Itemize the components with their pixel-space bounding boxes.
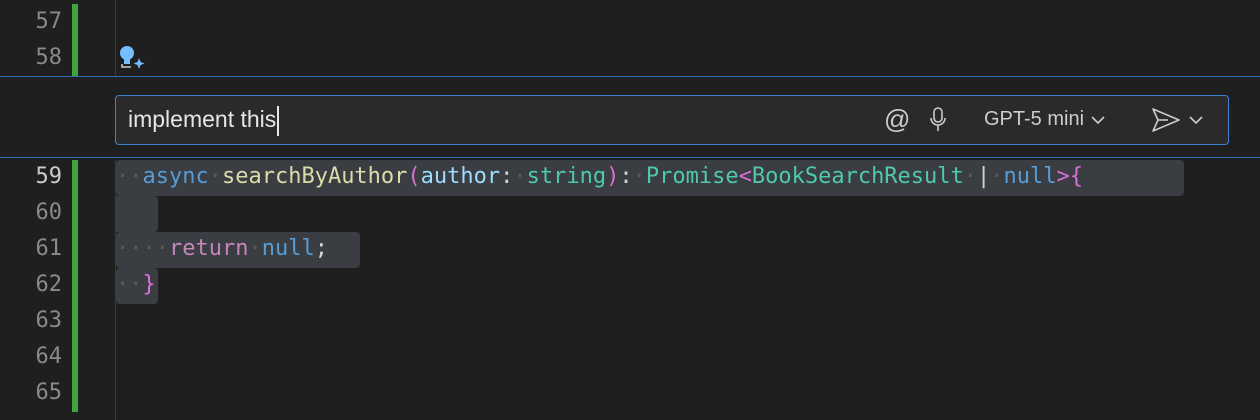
- line-number-60: 60: [35, 200, 63, 225]
- semicolon: ;: [314, 236, 328, 261]
- line-number-62: 62: [35, 272, 63, 297]
- git-added-marker: [72, 160, 78, 412]
- chevron-down-icon[interactable]: [1090, 115, 1106, 125]
- chat-input-text[interactable]: implement this: [128, 96, 279, 143]
- code-editor[interactable]: 57 58 59 60 61 62 63 64 65 ··async·searc…: [0, 0, 1260, 420]
- send-button[interactable]: [1150, 96, 1204, 143]
- line-number-58: 58: [35, 45, 63, 70]
- code-line-62[interactable]: ··}: [116, 267, 156, 303]
- keyword-async: async: [142, 164, 209, 189]
- parameter-name: author: [420, 164, 501, 189]
- return-type-promise: Promise: [645, 164, 739, 189]
- indent-guide: [115, 0, 116, 76]
- line-number-64: 64: [35, 344, 63, 369]
- send-icon[interactable]: [1150, 106, 1182, 134]
- inline-chat-input[interactable]: implement this @ GPT-5 mini: [115, 95, 1229, 145]
- model-label[interactable]: GPT-5 mini: [984, 108, 1084, 131]
- union-pipe: |: [977, 164, 991, 189]
- line-number-61: 61: [35, 236, 63, 261]
- at-icon[interactable]: @: [884, 96, 910, 143]
- whitespace-dot: ·: [248, 236, 262, 261]
- sparkle-icon[interactable]: [117, 44, 147, 74]
- generic-close-brace: >{: [1056, 164, 1084, 189]
- chat-input-value[interactable]: implement this: [128, 106, 276, 132]
- code-line-59[interactable]: ··async·searchByAuthor(author:·string):·…: [116, 159, 1083, 195]
- close-paren: ): [606, 164, 620, 189]
- git-added-marker: [72, 4, 78, 76]
- text-caret: [277, 105, 279, 136]
- colon: :: [500, 164, 514, 189]
- close-brace: }: [142, 272, 156, 297]
- colon: :: [619, 164, 633, 189]
- whitespace-dot: ·: [155, 236, 169, 261]
- whitespace-dot: ·: [990, 164, 1004, 189]
- whitespace-dot: ·: [116, 236, 130, 261]
- whitespace-dot: ·: [963, 164, 978, 189]
- whitespace-dot: ·: [116, 272, 130, 297]
- keyword-null: null: [1003, 164, 1057, 189]
- microphone-icon-svg: [930, 106, 946, 131]
- whitespace-dot: ·: [129, 236, 143, 261]
- open-paren: (: [407, 164, 421, 189]
- whitespace-dot: ·: [116, 164, 130, 189]
- line-number-57: 57: [35, 9, 63, 34]
- whitespace-dot: ·: [129, 272, 143, 297]
- chevron-down-icon[interactable]: [1188, 115, 1204, 125]
- line-number-65: 65: [35, 380, 63, 405]
- whitespace-dot: ·: [513, 164, 527, 189]
- line-number-63: 63: [35, 308, 63, 333]
- function-name: searchByAuthor: [221, 164, 408, 189]
- code-line-61[interactable]: ····return·null;: [116, 231, 328, 267]
- generic-type: BookSearchResult: [751, 164, 964, 189]
- microphone-icon[interactable]: [928, 96, 948, 143]
- model-picker[interactable]: GPT-5 mini: [984, 96, 1106, 143]
- parameter-type: string: [526, 164, 607, 189]
- generic-open: <: [738, 164, 752, 189]
- whitespace-dot: ·: [129, 164, 143, 189]
- whitespace-dot: ·: [208, 164, 222, 189]
- selection-highlight: [116, 196, 158, 232]
- whitespace-dot: ·: [142, 236, 156, 261]
- line-number-59: 59: [35, 164, 63, 189]
- whitespace-dot: ·: [632, 164, 646, 189]
- keyword-null: null: [261, 236, 315, 261]
- inline-chat-zone: implement this @ GPT-5 mini: [0, 76, 1260, 158]
- mention-symbol[interactable]: @: [884, 104, 910, 135]
- keyword-return: return: [169, 236, 249, 261]
